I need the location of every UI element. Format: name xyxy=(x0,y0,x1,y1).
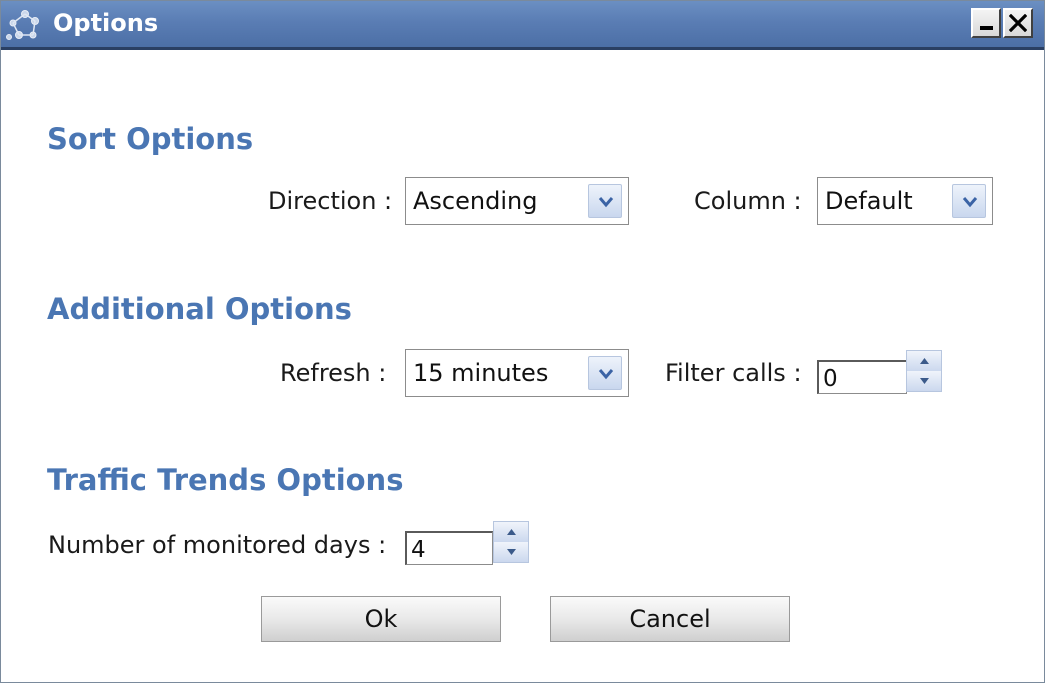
close-icon xyxy=(1009,14,1027,32)
monitored-days-increment[interactable] xyxy=(494,522,528,543)
minimize-button[interactable] xyxy=(971,8,1001,38)
additional-options-heading: Additional Options xyxy=(47,292,352,326)
monitored-days-value: 4 xyxy=(411,537,426,563)
options-dialog: Options Sort Options Direction : Ascendi… xyxy=(0,0,1045,683)
chevron-down-icon xyxy=(598,197,614,208)
monitored-days-decrement[interactable] xyxy=(494,542,528,562)
arrow-up-icon xyxy=(920,358,929,364)
refresh-value: 15 minutes xyxy=(413,359,549,387)
refresh-dropdown-button[interactable] xyxy=(588,356,622,390)
column-label: Column : xyxy=(694,187,802,215)
direction-label: Direction : xyxy=(268,187,393,215)
column-dropdown-button[interactable] xyxy=(952,184,986,218)
filter-calls-input[interactable]: 0 xyxy=(817,360,907,394)
filter-calls-stepper[interactable] xyxy=(906,350,942,392)
column-select[interactable]: Default xyxy=(817,177,993,225)
refresh-label: Refresh : xyxy=(280,359,387,387)
window-title: Options xyxy=(53,9,159,37)
arrow-down-icon xyxy=(507,549,516,555)
filter-calls-value: 0 xyxy=(823,366,838,392)
column-value: Default xyxy=(825,187,913,215)
arrow-up-icon xyxy=(507,529,516,535)
monitored-days-stepper[interactable] xyxy=(493,521,529,563)
chevron-down-icon xyxy=(598,369,614,380)
filter-calls-increment[interactable] xyxy=(907,351,941,372)
network-nodes-icon xyxy=(6,10,39,40)
filter-calls-decrement[interactable] xyxy=(907,371,941,391)
chevron-down-icon xyxy=(962,197,978,208)
direction-select[interactable]: Ascending xyxy=(405,177,629,225)
filter-calls-label: Filter calls : xyxy=(665,359,802,387)
ok-button[interactable]: Ok xyxy=(261,596,501,642)
minimize-icon xyxy=(980,26,993,30)
refresh-select[interactable]: 15 minutes xyxy=(405,349,629,397)
cancel-button[interactable]: Cancel xyxy=(550,596,790,642)
title-bar[interactable]: Options xyxy=(1,1,1044,50)
arrow-down-icon xyxy=(920,378,929,384)
monitored-days-label: Number of monitored days : xyxy=(48,531,387,559)
monitored-days-input[interactable]: 4 xyxy=(405,531,493,565)
sort-options-heading: Sort Options xyxy=(47,122,254,156)
direction-dropdown-button[interactable] xyxy=(588,184,622,218)
traffic-trends-heading: Traffic Trends Options xyxy=(47,463,404,497)
close-button[interactable] xyxy=(1003,8,1033,38)
direction-value: Ascending xyxy=(413,187,538,215)
